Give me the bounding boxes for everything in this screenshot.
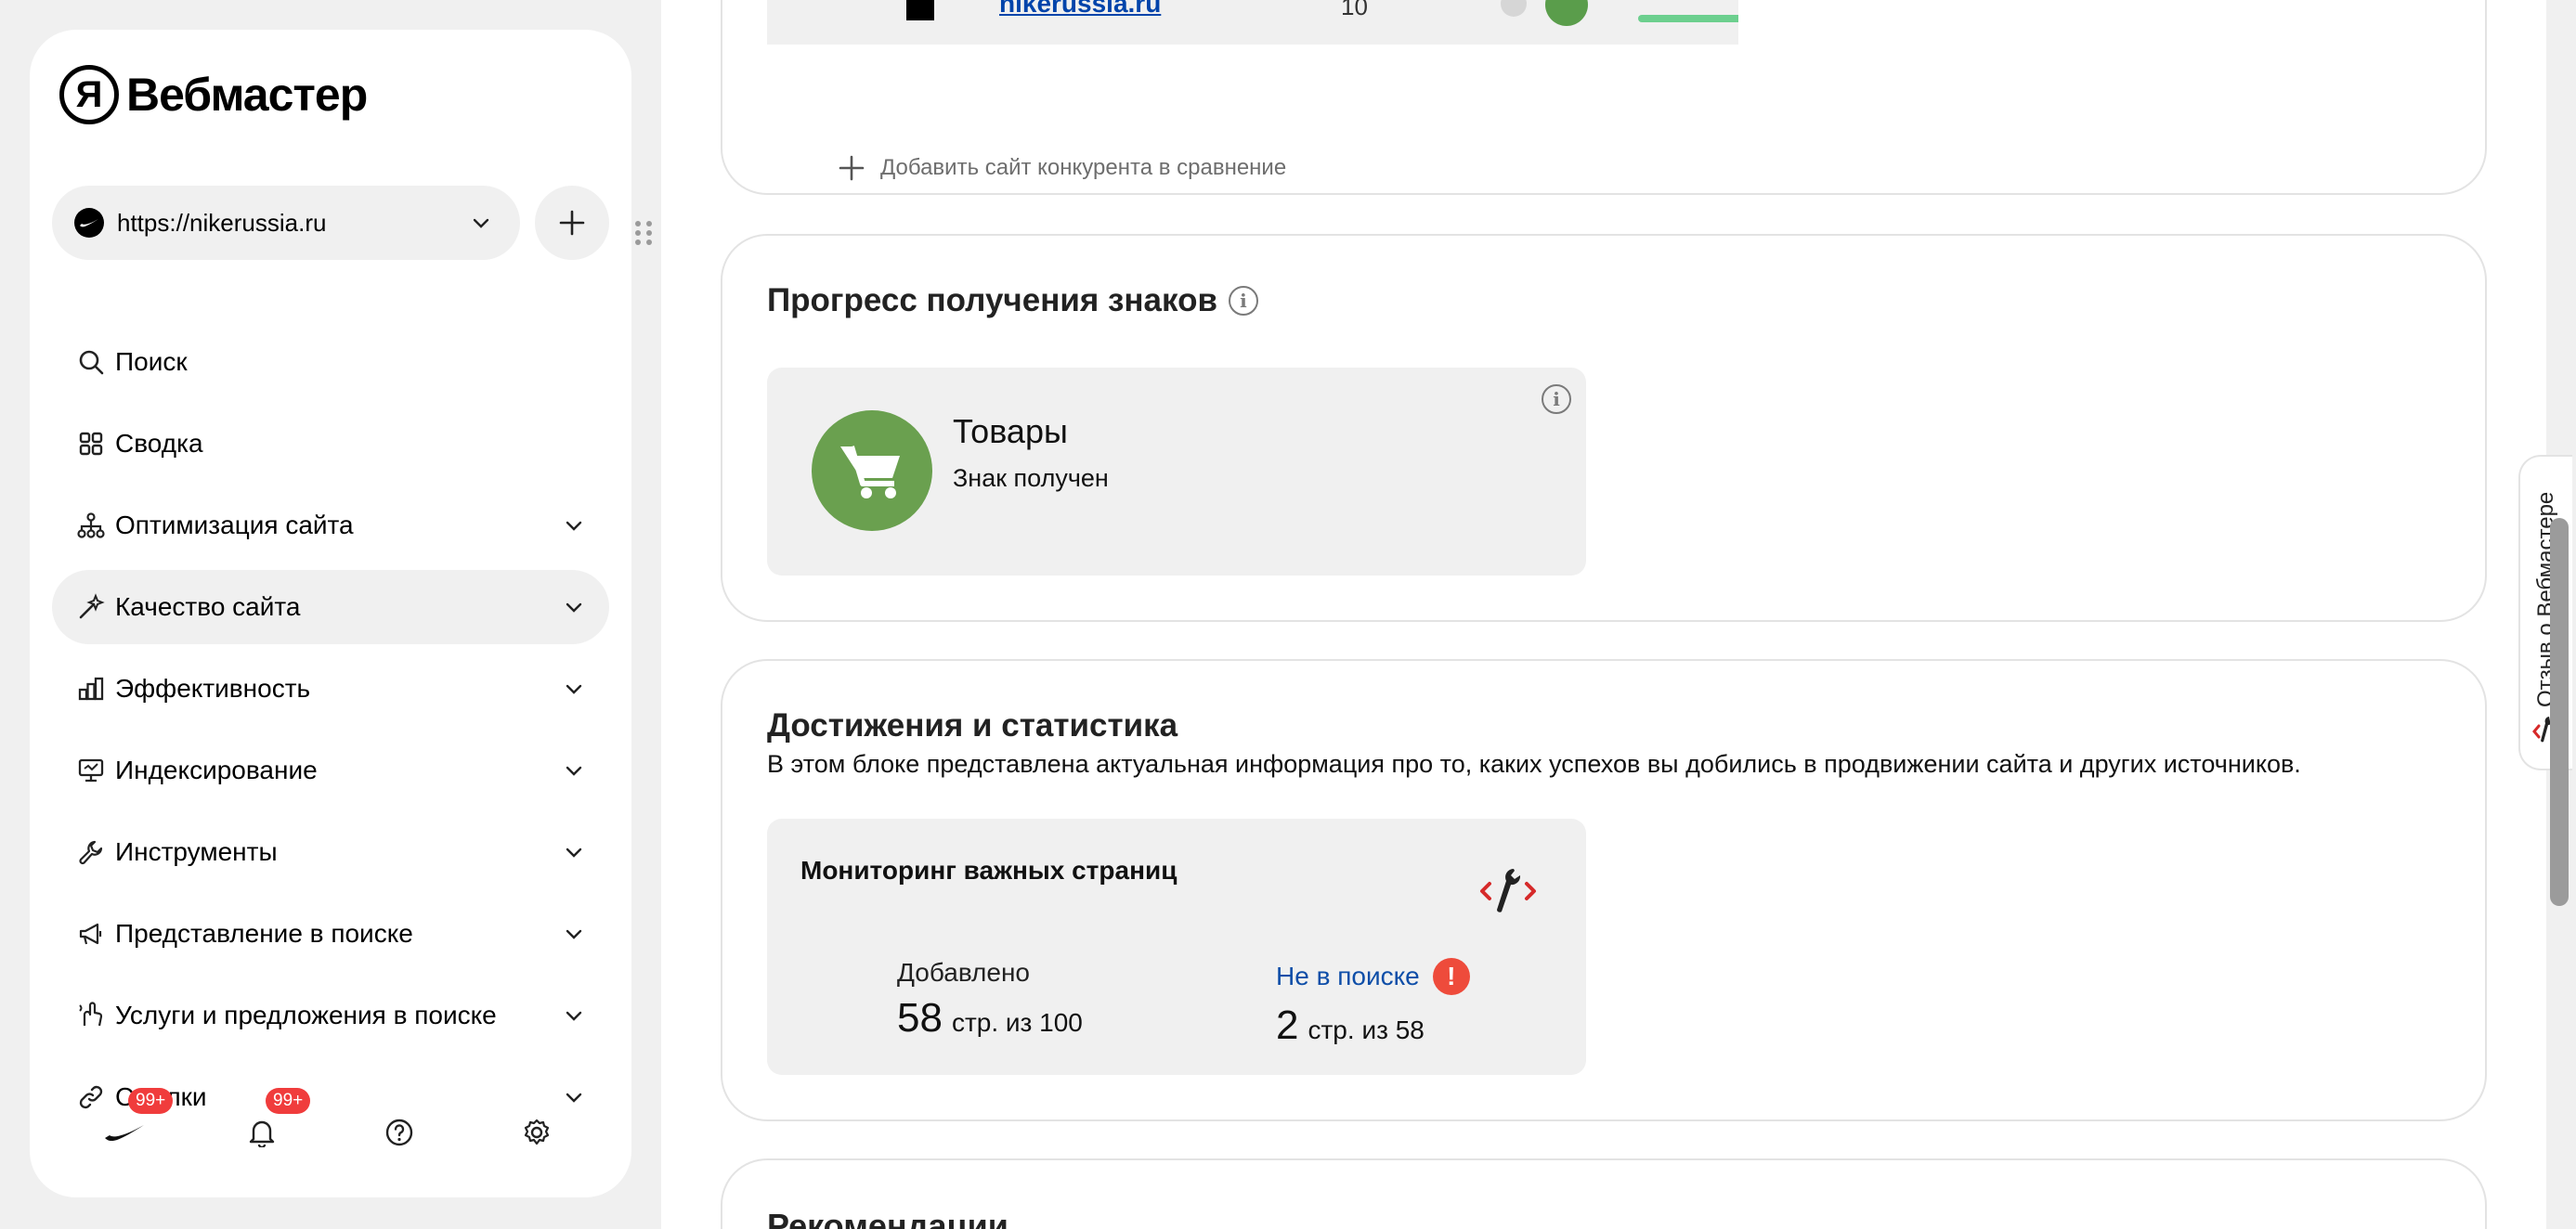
not-in-search-label: Не в поиске [1276, 962, 1420, 990]
site-favicon-icon [74, 208, 104, 238]
info-icon[interactable]: i [1228, 286, 1258, 316]
added-label: Добавлено [897, 958, 1030, 987]
nav-item-services[interactable]: Услуги и предложения в поиске [52, 978, 609, 1053]
progress-bar [1638, 15, 1738, 22]
help-button[interactable] [377, 1110, 422, 1155]
swoosh-icon [105, 1125, 144, 1142]
shopping-cart-icon [840, 446, 900, 498]
site-url: https://nikerussia.ru [117, 208, 327, 237]
sites-button[interactable]: 99+ [102, 1088, 174, 1155]
sidebar: Я Вебмастер https://nikerussia.ru Поиск … [30, 30, 652, 1197]
nav-item-label: Качество сайта [115, 592, 301, 621]
add-site-button[interactable] [535, 186, 609, 260]
competitor-comparison-card: nikerussia.ru 10 Добавить сайт конкурент… [721, 0, 2487, 195]
status-indicator-green [1545, 0, 1588, 26]
chevron-down-icon [561, 512, 587, 538]
nav-item-site-quality[interactable]: Качество сайта [52, 570, 609, 644]
chevron-down-icon [561, 1003, 587, 1028]
recommendations-title: Рекомендации [767, 1207, 1008, 1229]
sidebar-resize-handle[interactable] [635, 221, 652, 245]
nav-item-label: Инструменты [115, 837, 278, 866]
not-in-search-link[interactable]: Не в поиске ! [1276, 958, 1470, 995]
nav-item-optimization[interactable]: Оптимизация сайта [52, 488, 609, 563]
search-icon [76, 347, 106, 377]
gear-icon [524, 1119, 550, 1145]
nav-item-label: Сводка [115, 429, 203, 458]
page-scrollbar-thumb[interactable] [2550, 518, 2569, 906]
nav-item-tools[interactable]: Инструменты [52, 815, 609, 889]
nav-item-efficiency[interactable]: Эффективность [52, 652, 609, 726]
megaphone-icon [76, 919, 106, 949]
nav-item-label: Представление в поиске [115, 919, 413, 948]
badge-title: Товары [953, 412, 1068, 450]
alert-icon: ! [1432, 958, 1470, 995]
competitor-domain-link[interactable]: nikerussia.ru [999, 0, 1161, 19]
webmaster-logo[interactable]: Я Вебмастер [59, 65, 368, 124]
chevron-down-icon [468, 210, 494, 236]
nav-item-label: Оптимизация сайта [115, 511, 354, 539]
wrench-icon [76, 837, 106, 867]
achievements-description: В этом блоке представлена актуальная инф… [767, 750, 2301, 778]
not-in-search-stat: Не в поиске ! 2 стр. из 58 [1276, 958, 1470, 1049]
help-icon [385, 1119, 413, 1146]
hand-icon [76, 1001, 106, 1030]
add-competitor-button[interactable]: Добавить сайт конкурента в сравнение [838, 154, 1286, 182]
nav-item-label: Эффективность [115, 674, 311, 703]
section-title: Прогресс получения знаков [767, 282, 1217, 318]
competitor-value: 10 [1341, 0, 1368, 20]
badges-progress-card: Прогресс получения знаков i Товары Знак … [721, 234, 2487, 622]
chevron-down-icon [561, 757, 587, 783]
grid-icon [76, 429, 106, 459]
nav-item-label: Поиск [115, 347, 188, 376]
notifications-counter-badge: 99+ [266, 1088, 311, 1114]
notifications-button[interactable]: 99+ [240, 1088, 311, 1155]
nav-item-label: Услуги и предложения в поиске [115, 1001, 497, 1029]
sitemap-icon [76, 511, 106, 540]
achievements-card: Достижения и статистика В этом блоке пре… [721, 659, 2487, 1121]
yandex-logo-icon: Я [59, 65, 119, 124]
recommendations-card: Рекомендации [721, 1158, 2487, 1229]
site-color-marker [906, 0, 934, 20]
nav-item-summary[interactable]: Сводка [52, 407, 609, 481]
added-pages-stat: Добавлено 58 стр. из 100 [897, 958, 1083, 1041]
status-indicator-grey [1501, 0, 1527, 17]
chevron-down-icon [561, 676, 587, 702]
main-navigation: Поиск Сводка Оптимизация сайта Качество … [52, 325, 609, 1142]
not-in-search-count: 2 [1276, 1003, 1299, 1048]
chevron-down-icon [561, 839, 587, 865]
plus-icon [839, 155, 865, 181]
chevron-down-icon [561, 594, 587, 620]
achievements-title: Достижения и статистика [767, 707, 1178, 744]
monitoring-tools-icon [1478, 865, 1538, 922]
nav-item-search[interactable]: Поиск [52, 325, 609, 399]
badge-status: Знак получен [953, 464, 1109, 492]
site-selector[interactable]: https://nikerussia.ru [52, 186, 520, 260]
badges-progress-title: Прогресс получения знаков i [767, 282, 1258, 319]
nav-item-label: Индексирование [115, 756, 318, 784]
chart-icon [76, 674, 106, 704]
bell-icon [249, 1120, 275, 1147]
added-count: 58 [897, 995, 943, 1041]
monitoring-title: Мониторинг важных страниц [800, 856, 1177, 885]
monitor-icon [76, 756, 106, 785]
added-suffix: стр. из 100 [951, 1008, 1083, 1037]
sites-counter-badge: 99+ [128, 1088, 174, 1114]
competitor-row: nikerussia.ru 10 [767, 0, 1738, 45]
monitoring-tile[interactable]: Мониторинг важных страниц Добавлено 58 с… [767, 819, 1586, 1075]
chevron-down-icon [561, 921, 587, 947]
nav-item-indexing[interactable]: Индексирование [52, 733, 609, 808]
magic-wand-icon [76, 592, 106, 622]
add-competitor-label: Добавить сайт конкурента в сравнение [880, 155, 1287, 180]
info-icon[interactable]: i [1542, 384, 1571, 414]
settings-button[interactable] [514, 1110, 559, 1155]
badge-circle [812, 410, 932, 531]
app-title: Вебмастер [126, 69, 368, 121]
sidebar-bottom-bar: 99+ 99+ [30, 1088, 631, 1170]
plus-icon [559, 210, 585, 236]
nav-item-search-appearance[interactable]: Представление в поиске [52, 897, 609, 971]
not-in-search-suffix: стр. из 58 [1308, 1016, 1425, 1044]
badge-tile-goods[interactable]: Товары Знак получен i [767, 368, 1586, 576]
